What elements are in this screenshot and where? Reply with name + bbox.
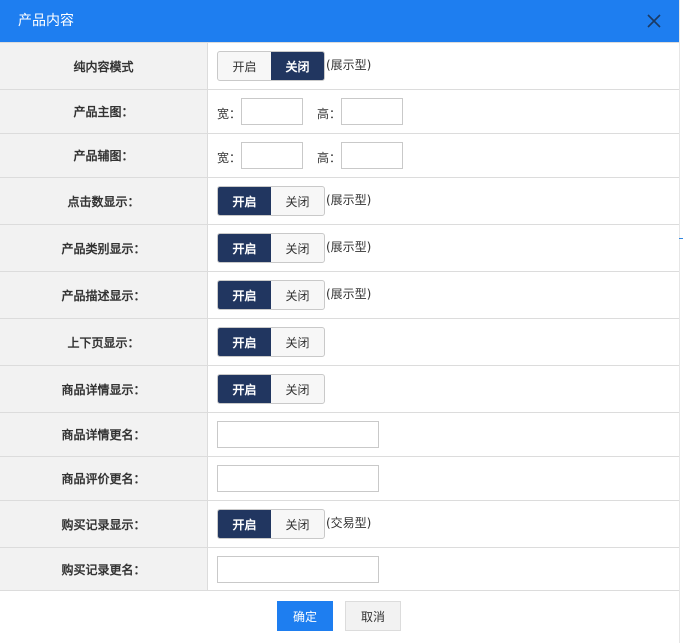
row-content <box>209 548 679 590</box>
row-pure-mode: 纯内容模式 开启 关闭 (展示型) <box>0 43 679 90</box>
click-count-toggle[interactable]: 开启 关闭 <box>217 186 325 216</box>
purchase-record-toggle[interactable]: 开启 关闭 <box>217 509 325 539</box>
row-label: 点击数显示： <box>0 178 208 224</box>
dialog-titlebar: 产品内容 <box>0 0 679 42</box>
row-label: 购买记录显示： <box>0 501 208 547</box>
toggle-off-option[interactable]: 关闭 <box>271 510 324 538</box>
width-label: 宽： <box>217 107 242 121</box>
description-toggle[interactable]: 开启 关闭 <box>217 280 325 310</box>
row-label: 纯内容模式 <box>0 43 208 89</box>
row-content: 宽： 高： <box>209 90 679 133</box>
row-content: 开启 关闭 <box>209 366 679 412</box>
dialog-title: 产品内容 <box>18 13 74 29</box>
toggle-off-option[interactable]: 关闭 <box>271 281 324 309</box>
row-detail-rename: 商品详情更名： <box>0 413 679 457</box>
category-toggle[interactable]: 开启 关闭 <box>217 233 325 263</box>
toggle-on-option[interactable]: 开启 <box>218 510 271 538</box>
type-hint: (展示型) <box>326 193 372 207</box>
sub-image-width-input[interactable] <box>241 142 303 169</box>
toggle-on-option[interactable]: 开启 <box>218 375 271 403</box>
row-content: 开启 关闭 (展示型) <box>209 272 679 318</box>
row-label: 商品详情显示： <box>0 366 208 412</box>
row-label: 产品主图： <box>0 90 208 133</box>
type-hint: (展示型) <box>326 240 372 254</box>
width-label: 宽： <box>217 151 242 165</box>
pure-mode-toggle[interactable]: 开启 关闭 <box>217 51 325 81</box>
detail-toggle[interactable]: 开启 关闭 <box>217 374 325 404</box>
row-content: 开启 关闭 (展示型) <box>209 43 679 89</box>
toggle-off-option[interactable]: 关闭 <box>271 52 324 80</box>
toggle-on-option[interactable]: 开启 <box>218 328 271 356</box>
row-sub-image: 产品辅图： 宽： 高： <box>0 134 679 178</box>
row-detail: 商品详情显示： 开启 关闭 <box>0 366 679 413</box>
row-click-count: 点击数显示： 开启 关闭 (展示型) <box>0 178 679 225</box>
row-label: 产品辅图： <box>0 134 208 177</box>
row-content <box>209 413 679 456</box>
type-hint: (交易型) <box>326 516 372 530</box>
height-label: 高： <box>317 107 342 121</box>
main-image-width-input[interactable] <box>241 98 303 125</box>
detail-rename-input[interactable] <box>217 421 379 448</box>
toggle-on-option[interactable]: 开启 <box>218 281 271 309</box>
row-label: 商品评价更名： <box>0 457 208 500</box>
row-category: 产品类别显示： 开启 关闭 (展示型) <box>0 225 679 272</box>
row-description: 产品描述显示： 开启 关闭 (展示型) <box>0 272 679 319</box>
row-pagination: 上下页显示： 开启 关闭 <box>0 319 679 366</box>
review-rename-input[interactable] <box>217 465 379 492</box>
confirm-button[interactable]: 确定 <box>277 601 333 631</box>
row-content: 开启 关闭 (展示型) <box>209 225 679 271</box>
row-content: 开启 关闭 <box>209 319 679 365</box>
edge-marker <box>679 238 683 239</box>
type-hint: (展示型) <box>326 58 372 72</box>
row-label: 商品详情更名： <box>0 413 208 456</box>
main-image-height-input[interactable] <box>341 98 403 125</box>
product-content-dialog: 产品内容 纯内容模式 开启 关闭 (展示型) 产品主图： 宽： 高： 产品辅图：… <box>0 0 679 643</box>
dialog-footer: 确定 取消 <box>0 591 679 643</box>
toggle-off-option[interactable]: 关闭 <box>271 328 324 356</box>
row-purchase-rename: 购买记录更名： <box>0 548 679 591</box>
row-content <box>209 457 679 500</box>
toggle-off-option[interactable]: 关闭 <box>271 375 324 403</box>
toggle-on-option[interactable]: 开启 <box>218 187 271 215</box>
window-edge <box>679 0 680 643</box>
row-label: 产品描述显示： <box>0 272 208 318</box>
sub-image-height-input[interactable] <box>341 142 403 169</box>
purchase-rename-input[interactable] <box>217 556 379 583</box>
type-hint: (展示型) <box>326 287 372 301</box>
row-content: 宽： 高： <box>209 134 679 177</box>
row-label: 上下页显示： <box>0 319 208 365</box>
cancel-button[interactable]: 取消 <box>345 601 401 631</box>
row-content: 开启 关闭 (交易型) <box>209 501 679 547</box>
settings-form: 纯内容模式 开启 关闭 (展示型) 产品主图： 宽： 高： 产品辅图： 宽： 高… <box>0 42 679 591</box>
pagination-toggle[interactable]: 开启 关闭 <box>217 327 325 357</box>
toggle-on-option[interactable]: 开启 <box>218 234 271 262</box>
row-label: 购买记录更名： <box>0 548 208 590</box>
height-label: 高： <box>317 151 342 165</box>
row-review-rename: 商品评价更名： <box>0 457 679 501</box>
toggle-off-option[interactable]: 关闭 <box>271 234 324 262</box>
toggle-on-option[interactable]: 开启 <box>218 52 271 80</box>
row-content: 开启 关闭 (展示型) <box>209 178 679 224</box>
row-label: 产品类别显示： <box>0 225 208 271</box>
row-main-image: 产品主图： 宽： 高： <box>0 90 679 134</box>
close-icon[interactable] <box>646 13 662 29</box>
row-purchase-record: 购买记录显示： 开启 关闭 (交易型) <box>0 501 679 548</box>
toggle-off-option[interactable]: 关闭 <box>271 187 324 215</box>
